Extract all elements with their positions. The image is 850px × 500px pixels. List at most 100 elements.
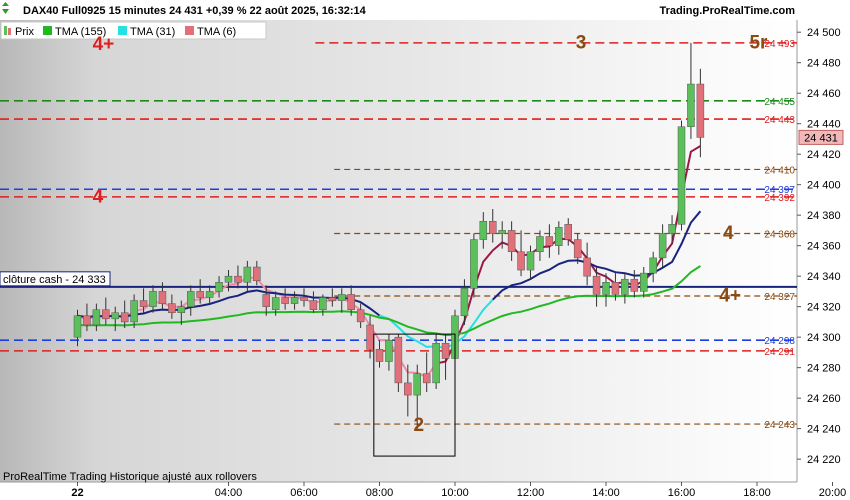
candle-up [130, 300, 138, 323]
candle-up [149, 291, 157, 307]
annotation-label: 4+ [93, 34, 115, 55]
candle-up [526, 251, 535, 271]
footer-note: ProRealTime Trading Historique ajusté au… [3, 471, 257, 483]
x-tick-label: 18:00 [743, 487, 771, 499]
level-label: 24 493 [764, 39, 795, 50]
brand-label[interactable]: Trading.ProRealTime.com [659, 5, 795, 17]
y-tick-label: 24 440 [807, 119, 841, 131]
y-tick-label: 24 340 [807, 271, 841, 283]
level-label: 24 298 [764, 336, 795, 347]
level-label: 24 410 [764, 165, 795, 176]
candle-up [177, 306, 186, 314]
candle-up [432, 342, 440, 384]
legend-price: Prix [15, 26, 34, 38]
candle-down [300, 297, 308, 301]
candle-down [309, 300, 318, 310]
candle-up [621, 278, 629, 295]
candle-up [92, 309, 101, 326]
candle-down [611, 282, 620, 295]
y-tick-label: 24 500 [807, 27, 841, 39]
candle-up [668, 224, 676, 234]
candle-down [120, 312, 129, 323]
x-tick-label: 06:00 [290, 487, 318, 499]
x-tick-label: 04:00 [215, 487, 243, 499]
candle-up [687, 83, 695, 127]
legend-swatch-tma31 [118, 26, 127, 35]
candle-down [83, 315, 91, 326]
chart-title: DAX40 Full0925 15 minutes 24 431 +0,39 %… [23, 5, 367, 17]
candle-down [139, 300, 148, 307]
candle-down [375, 349, 384, 362]
annotation-label: 3 [576, 32, 587, 53]
candle-down [441, 342, 450, 359]
candle-down [696, 83, 705, 138]
candle-down [573, 239, 582, 259]
legend-tma6: TMA (6) [197, 26, 236, 38]
level-label: 24 455 [764, 97, 795, 108]
candle-down [281, 297, 289, 304]
y-tick-label: 24 240 [807, 424, 841, 436]
x-tick-label: 12:00 [517, 487, 545, 499]
y-tick-label: 24 280 [807, 363, 841, 375]
candle-down [517, 251, 525, 271]
legend-swatch-tma155 [43, 26, 52, 35]
candle-up [470, 239, 478, 289]
candle-down [583, 257, 591, 277]
candle-up [385, 339, 393, 362]
candle-up [187, 291, 195, 307]
candle-down [564, 224, 572, 240]
legend-tma31: TMA (31) [130, 26, 175, 38]
y-tick-label: 24 360 [807, 241, 841, 253]
y-tick-label: 24 400 [807, 180, 841, 192]
candle-up [413, 373, 421, 396]
candle-down [158, 291, 167, 304]
annotation-label: 4+ [719, 285, 741, 306]
y-tick-label: 24 220 [807, 454, 841, 466]
candle-up [271, 297, 280, 310]
x-tick-label: 10:00 [441, 487, 469, 499]
annotation-label: 4 [723, 223, 734, 244]
candle-up [640, 272, 648, 292]
candle-down [262, 294, 270, 307]
x-tick-label: 14:00 [592, 487, 620, 499]
level-label: 24 368 [764, 229, 795, 240]
candle-up [498, 230, 506, 234]
x-tick-label: 16:00 [668, 487, 696, 499]
candle-up [658, 233, 667, 259]
last-price-tag: 24 431 [798, 129, 844, 145]
y-tick-label: 24 320 [807, 302, 841, 314]
candle-down [253, 266, 261, 281]
candle-up [224, 275, 233, 283]
candle-down [366, 324, 374, 350]
candle-up [73, 315, 82, 338]
x-tick-label: 08:00 [366, 487, 394, 499]
candle-down [102, 309, 110, 320]
close-cash-label: clôture cash - 24 333 [3, 274, 106, 286]
y-tick-label: 24 480 [807, 58, 841, 70]
candle-down [328, 297, 337, 301]
candle-up [460, 288, 469, 317]
candle-up [536, 236, 544, 253]
y-tick-label: 24 420 [807, 149, 841, 161]
x-axis-panel [0, 482, 850, 500]
x-tick-label: 20:00 [819, 487, 847, 499]
candle-up [555, 227, 563, 246]
legend-swatch-tma6 [185, 26, 194, 35]
candle-down [545, 236, 554, 246]
candle-up [111, 312, 119, 320]
candle-down [489, 221, 497, 234]
y-tick-label: 24 260 [807, 393, 841, 405]
candle-down [234, 275, 242, 283]
x-tick-label: 22 [71, 487, 83, 499]
candle-up [677, 126, 686, 225]
level-label: 24 291 [764, 347, 795, 358]
candle-down [422, 373, 431, 384]
candle-down [394, 336, 403, 384]
candle-down [196, 291, 204, 298]
legend: Prix TMA (155) TMA (31) TMA (6) [0, 21, 267, 40]
candle-up [243, 266, 252, 283]
candle-down [168, 303, 176, 314]
y-tick-label: 24 380 [807, 210, 841, 222]
candle-up [290, 297, 299, 304]
annotation-label: 2 [413, 415, 424, 436]
